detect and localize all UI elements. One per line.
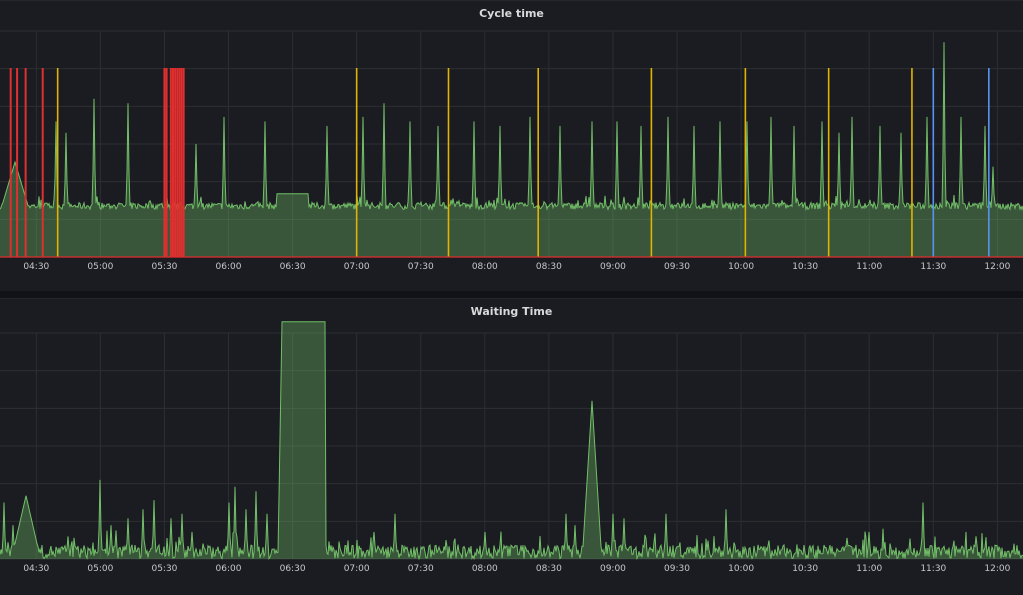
x-tick-label: 08:30: [536, 564, 562, 574]
x-tick-label: 06:30: [280, 262, 306, 272]
x-tick-label: 05:00: [87, 564, 113, 574]
x-tick-label: 10:30: [792, 564, 818, 574]
panel-cycle-time: Cycle time 04:30 05:00 05:30 06:00 06:30 07:0…: [0, 0, 1023, 291]
x-tick-label: 07:30: [408, 262, 434, 272]
x-tick-label: 09:30: [664, 262, 690, 272]
x-tick-label: 10:30: [792, 262, 818, 272]
x-tick-label: 07:30: [408, 564, 434, 574]
x-tick-label: 11:30: [920, 262, 946, 272]
x-tick-label: 11:00: [856, 262, 882, 272]
x-tick-label: 05:00: [87, 262, 113, 272]
x-tick-label: 08:00: [472, 564, 498, 574]
x-tick-label: 07:00: [344, 564, 370, 574]
x-tick-label: 09:30: [664, 564, 690, 574]
x-tick-label: 06:30: [280, 564, 306, 574]
x-tick-label: 04:30: [23, 564, 49, 574]
x-tick-label: 08:30: [536, 262, 562, 272]
x-tick-label: 11:00: [856, 564, 882, 574]
x-tick-label: 10:00: [728, 262, 754, 272]
x-tick-label: 10:00: [728, 564, 754, 574]
x-tick-label: 12:00: [984, 262, 1010, 272]
waiting-time-chart[interactable]: 04:30 05:00 05:30 06:00 06:30 07:00 07:30 08:00…: [0, 299, 1023, 595]
x-tick-label: 05:30: [151, 262, 177, 272]
x-tick-label: 09:00: [600, 262, 626, 272]
x-tick-label: 07:00: [344, 262, 370, 272]
x-tick-label: 04:30: [23, 262, 49, 272]
cycle-time-chart[interactable]: 04:30 05:00 05:30 06:00 06:30 07:00 07:30 08:00…: [0, 1, 1023, 291]
x-tick-label: 05:30: [151, 564, 177, 574]
x-tick-label: 06:00: [216, 262, 242, 272]
x-tick-label: 11:30: [920, 564, 946, 574]
x-tick-label: 08:00: [472, 262, 498, 272]
x-tick-label: 09:00: [600, 564, 626, 574]
x-tick-label: 06:00: [216, 564, 242, 574]
panel-waiting-time: Waiting Time 04:30 05:00 05:30 06:00 06:30 07…: [0, 298, 1023, 595]
x-tick-label: 12:00: [984, 564, 1010, 574]
